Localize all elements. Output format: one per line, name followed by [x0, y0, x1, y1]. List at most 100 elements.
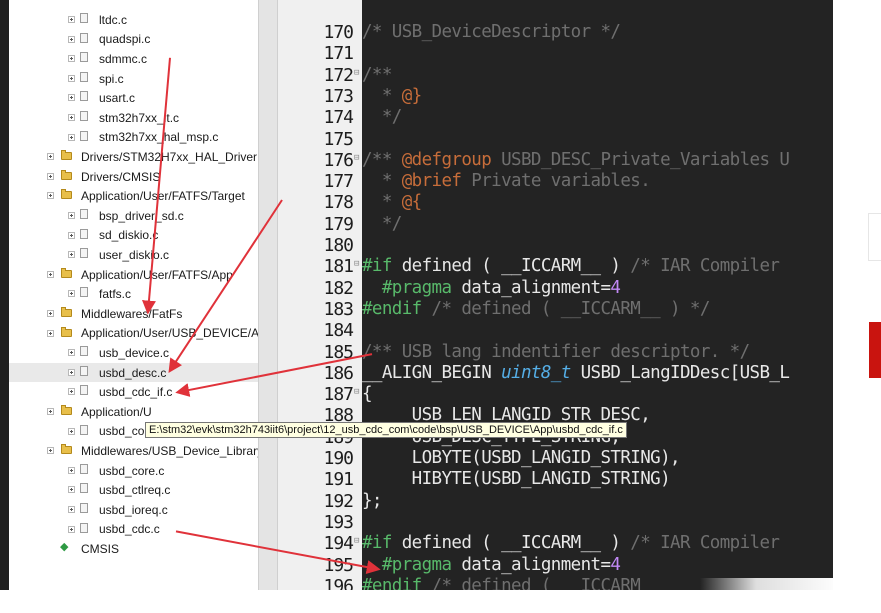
- tree-file[interactable]: usbd_desc.c: [9, 362, 258, 383]
- code-line[interactable]: #pragma data_alignment=4: [362, 555, 833, 576]
- code-line[interactable]: {: [362, 384, 833, 405]
- tree-group[interactable]: Application/User/FATFS/Target: [9, 186, 258, 206]
- tree-item-label: Application/User/USB_DEVICE/Ap: [81, 326, 258, 341]
- expand-toggle-icon[interactable]: [68, 74, 75, 82]
- code-line[interactable]: /**: [362, 65, 833, 86]
- expand-toggle-icon[interactable]: [68, 466, 75, 474]
- expand-toggle-icon[interactable]: [68, 35, 75, 43]
- code-line[interactable]: /** @defgroup USBD_DESC_Private_Variable…: [362, 150, 833, 171]
- tree-group[interactable]: Application/User/FATFS/App: [9, 265, 258, 285]
- expand-toggle-icon[interactable]: [68, 388, 75, 396]
- expand-toggle-icon[interactable]: [68, 349, 75, 357]
- expand-toggle-icon[interactable]: [47, 310, 54, 317]
- expand-toggle-icon[interactable]: [47, 329, 54, 337]
- code-line[interactable]: #if defined ( __ICCARM__ ) /* IAR Compil…: [362, 256, 833, 277]
- expand-toggle-icon[interactable]: [68, 55, 75, 63]
- tree-file[interactable]: sdmmc.c: [9, 49, 258, 69]
- tree-item-label: stm32h7xx_hal_msp.c: [99, 130, 219, 145]
- expand-toggle-icon[interactable]: [68, 486, 75, 494]
- tree-item-label: quadspi.c: [99, 32, 151, 47]
- code-line[interactable]: LOBYTE(USBD_LANGID_STRING),: [362, 448, 833, 469]
- c-file-icon: [80, 111, 88, 121]
- c-file-icon: [80, 13, 88, 23]
- tree-file[interactable]: spi.c: [9, 69, 258, 89]
- tree-file[interactable]: usb_device.c: [9, 343, 258, 363]
- tree-group[interactable]: Application/U: [9, 402, 258, 422]
- tree-group[interactable]: Application/User/USB_DEVICE/Ap: [9, 324, 258, 344]
- expand-toggle-icon[interactable]: [68, 114, 75, 121]
- code-line[interactable]: * @brief Private variables.: [362, 171, 833, 192]
- fold-toggle-icon[interactable]: ⊟: [354, 260, 362, 269]
- code-line[interactable]: HIBYTE(USBD_LANGID_STRING): [362, 469, 833, 490]
- line-number: 185: [323, 341, 353, 363]
- expand-toggle-icon[interactable]: [68, 133, 75, 141]
- expand-toggle-icon[interactable]: [68, 506, 75, 513]
- expand-toggle-icon[interactable]: [47, 270, 54, 278]
- code-line[interactable]: * @{: [362, 192, 833, 213]
- panel-splitter[interactable]: [258, 0, 278, 590]
- tree-file[interactable]: quadspi.c: [9, 30, 258, 50]
- tree-file[interactable]: fatfs.c: [9, 284, 258, 304]
- line-number: 178: [323, 192, 353, 214]
- tree-root[interactable]: ◆ CMSIS: [9, 539, 258, 559]
- tree-file[interactable]: usart.c: [9, 88, 258, 108]
- gutter-line: 182: [278, 278, 362, 299]
- code-line[interactable]: * @}: [362, 86, 833, 107]
- tree-file[interactable]: stm32h7xx_it.c: [9, 108, 258, 128]
- code-line[interactable]: */: [362, 107, 833, 128]
- code-line[interactable]: */: [362, 214, 833, 235]
- code-editor[interactable]: /* USB_DeviceDescriptor */ /** * @} */ /**…: [362, 0, 833, 590]
- fold-toggle-icon[interactable]: ⊟: [354, 153, 362, 163]
- code-line[interactable]: [362, 43, 833, 64]
- fold-toggle-icon[interactable]: ⊟: [354, 537, 362, 546]
- code-line[interactable]: [362, 320, 833, 341]
- expand-toggle-icon[interactable]: [68, 427, 75, 435]
- tree-file[interactable]: usbd_core.c: [9, 461, 258, 481]
- tree-group[interactable]: Middlewares/FatFs: [9, 304, 258, 324]
- tree-group[interactable]: Drivers/CMSIS: [9, 167, 258, 187]
- code-line[interactable]: [362, 129, 833, 150]
- c-file-icon: [80, 248, 88, 259]
- folder-icon: [61, 307, 72, 317]
- expand-toggle-icon[interactable]: [68, 94, 75, 102]
- code-line[interactable]: #endif /* defined ( __ICCARM__ ) */: [362, 299, 833, 320]
- expand-toggle-icon[interactable]: [68, 212, 75, 219]
- code-line[interactable]: #pragma data_alignment=4: [362, 278, 833, 299]
- expand-toggle-icon[interactable]: [47, 408, 54, 415]
- tree-group[interactable]: Drivers/STM32H7xx_HAL_Driver: [9, 147, 258, 167]
- expand-toggle-icon[interactable]: [68, 16, 75, 23]
- tree-file[interactable]: usbd_cdc.c: [9, 520, 258, 540]
- code-token: /**: [362, 149, 402, 170]
- tree-file[interactable]: usbd_ioreq.c: [9, 500, 258, 520]
- workspace-file-tree[interactable]: ltdc.c quadspi.c sdmmc.c spi.c usart.c stm32h…: [9, 0, 258, 590]
- code-line[interactable]: /* USB_DeviceDescriptor */: [362, 22, 833, 43]
- fold-toggle-icon[interactable]: ⊟: [354, 68, 362, 78]
- code-line[interactable]: /** USB lang indentifier descriptor. */: [362, 342, 833, 363]
- tree-item-label: usbd_cdc.c: [99, 522, 160, 537]
- c-file-icon: [80, 503, 88, 513]
- expand-toggle-icon[interactable]: [68, 290, 75, 298]
- expand-toggle-icon[interactable]: [68, 251, 75, 259]
- expand-toggle-icon[interactable]: [47, 172, 54, 180]
- code-line[interactable]: [362, 235, 833, 256]
- code-line[interactable]: #if defined ( __ICCARM__ ) /* IAR Compil…: [362, 533, 833, 554]
- code-line[interactable]: };: [362, 491, 833, 512]
- expand-toggle-icon[interactable]: [68, 231, 75, 239]
- code-line[interactable]: __ALIGN_BEGIN uint8_t USBD_LangIDDesc[US…: [362, 363, 833, 384]
- expand-toggle-icon[interactable]: [68, 368, 75, 376]
- tree-file[interactable]: sd_diskio.c: [9, 226, 258, 246]
- expand-toggle-icon[interactable]: [47, 447, 54, 455]
- expand-toggle-icon[interactable]: [47, 192, 54, 200]
- code-line[interactable]: [362, 512, 833, 533]
- tree-file[interactable]: stm32h7xx_hal_msp.c: [9, 128, 258, 148]
- code-token: data_alignment=: [451, 277, 611, 298]
- expand-toggle-icon[interactable]: [68, 525, 75, 533]
- tree-file[interactable]: bsp_driver_sd.c: [9, 206, 258, 226]
- tree-file[interactable]: user_diskio.c: [9, 245, 258, 265]
- tree-file[interactable]: usbd_cdc_if.c: [9, 382, 258, 402]
- fold-toggle-icon[interactable]: ⊟: [354, 388, 362, 397]
- tree-file[interactable]: ltdc.c: [9, 10, 258, 30]
- tree-file[interactable]: usbd_ctlreq.c: [9, 480, 258, 500]
- tree-group[interactable]: Middlewares/USB_Device_Library: [9, 441, 258, 461]
- expand-toggle-icon[interactable]: [47, 153, 54, 161]
